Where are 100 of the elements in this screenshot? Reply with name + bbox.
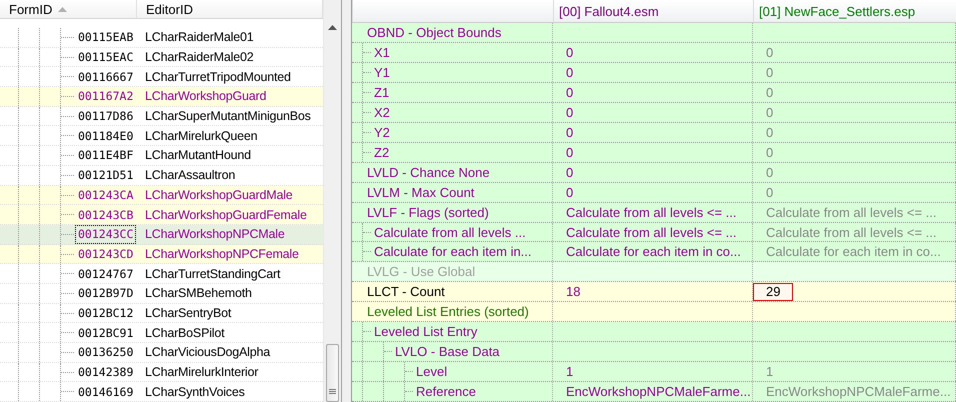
record-row[interactable]: 00146169 LCharSynthVoices [0,382,323,402]
field-label: Calculate from all levels ... [374,224,526,242]
editor-id: LCharTurretStandingCart [145,266,280,281]
record-row[interactable]: 001167A2 LCharWorkshopGuard [0,87,323,107]
editor-id: LCharMirelurkQueen [145,128,258,143]
record-row[interactable]: 001243CA LCharWorkshopGuardMale [0,186,323,206]
field-row[interactable]: LVLD - Chance None 0 0 [352,162,956,183]
form-id: 00117D86 [77,108,134,126]
column-header[interactable]: [00] Fallout4.esm [559,4,659,18]
field-label: OBND - Object Bounds [367,24,502,42]
field-row[interactable]: Reference EncWorkshopNPCMaleFarme... EncWorkshopNPCMaleFarme... [352,382,956,402]
form-id: 00115EAC [77,49,134,66]
field-row[interactable]: X1 0 0 [352,42,956,63]
record-row[interactable]: 001243CD LCharWorkshopNPCFemale [0,244,323,264]
field-label: X1 [374,44,390,62]
record-row[interactable]: 0012BC12 LCharSentryBot [0,304,323,324]
field-value: EncWorkshopNPCMaleFarme... [565,383,751,402]
form-id: 00136250 [77,344,134,362]
field-value: Calculate from all levels <= ... [565,224,737,242]
field-value: 0 [765,184,774,202]
record-row[interactable]: 0011E4BF LCharMutantHound [0,146,323,166]
editor-id: LCharViciousDogAlpha [145,345,270,360]
field-row[interactable]: Calculate for each item in... Calculate for each item in co... Calculate for each item in co... [352,242,956,262]
editor-id: LCharWorkshopGuardFemale [145,208,307,222]
record-row[interactable]: 00124767 LCharTurretStandingCart [0,264,323,284]
record-row[interactable]: 00117D86 LCharSuperMutantMinigunBos [0,106,323,126]
editor-id: LCharTurretTripodMounted [145,70,291,84]
field-label: Leveled List Entry [374,323,478,342]
form-id: 00142389 [77,364,134,382]
scroll-thumb[interactable] [326,344,339,402]
editor-id: LCharAssaultron [145,168,236,182]
field-row[interactable]: LVLO - Base Data [352,342,956,362]
column-header[interactable]: FormID [0,0,137,18]
field-row[interactable]: Z2 0 0 [352,142,956,163]
field-value: 0 [565,124,574,142]
scrollbar[interactable] [323,0,341,402]
form-id: 001243CD [77,246,134,263]
field-row[interactable]: X2 0 0 [352,102,956,123]
record-row[interactable]: 00142389 LCharMirelurkInterior [0,362,323,382]
form-id: 00146169 [77,384,134,401]
field-row[interactable]: Calculate from all levels ... Calculate from all levels <= ... Calculate from all levels <= ... [352,222,956,242]
field-value: 0 [565,84,574,102]
editor-id: LCharBoSPilot [145,326,224,340]
record-row[interactable]: 001243CB LCharWorkshopGuardFemale [0,205,323,225]
field-value: 0 [765,84,774,102]
field-value: EncWorkshopNPCMaleFarme... [765,383,951,402]
field-label: Y2 [374,124,390,142]
field-value: 0 [565,184,574,202]
record-row[interactable]: 00115EAB LCharRaiderMale01 [0,28,323,48]
form-id: 001243CC [75,224,136,244]
field-label: LVLG - Use Global [367,263,476,282]
form-id: 001184E0 [77,128,134,145]
field-value: 0 [765,104,774,122]
field-row[interactable]: Z1 0 0 [352,82,956,103]
field-value: 0 [765,64,774,82]
form-id: 001167A2 [77,88,134,106]
form-id: 0012BC12 [77,304,134,322]
field-value: Calculate for each item in co... [765,243,941,262]
record-row[interactable]: 001243CC LCharWorkshopNPCMale [0,224,323,245]
column-header[interactable]: [01] NewFace_Settlers.esp [759,4,916,18]
field-row[interactable]: Level 1 1 [352,362,956,382]
grip-icon [329,389,336,395]
form-id: 0011E4BF [77,147,134,164]
field-row[interactable]: LVLF - Flags (sorted) Calculate from all levels <= ... Calculate from all levels <= ... [352,202,956,223]
field-label: Level [416,363,448,382]
field-row[interactable]: Y1 0 0 [352,62,956,83]
field-label: Z2 [374,144,390,162]
record-row[interactable]: 0012B97D LCharSMBehemoth [0,284,323,304]
record-row[interactable]: 001184E0 LCharMirelurkQueen [0,126,323,146]
editor-id: LCharWorkshopNPCFemale [145,246,299,261]
field-row[interactable]: OBND - Object Bounds [352,23,956,43]
editor-id: LCharMutantHound [145,148,251,162]
field-value: 0 [565,64,574,82]
scroll-up-icon[interactable] [328,24,337,30]
field-row[interactable]: Leveled List Entries (sorted) [352,302,956,322]
form-id: 001243CA [77,186,134,204]
field-label: X2 [374,104,390,122]
field-value: 0 [565,104,574,122]
record-row[interactable]: 0012BC91 LCharBoSPilot [0,323,323,343]
field-value: Calculate from all levels <= ... [765,224,937,242]
field-row[interactable]: LVLM - Max Count 0 0 [352,182,956,203]
field-label: LVLO - Base Data [395,343,500,362]
field-row[interactable]: LLCT - Count 18 29 [352,282,956,302]
field-value: 0 [765,124,774,142]
field-label: LVLD - Chance None [367,164,490,182]
editor-id: LCharWorkshopGuardMale [145,188,293,202]
field-row[interactable]: Leveled List Entry [352,322,956,342]
record-row[interactable]: 00136250 LCharViciousDogAlpha [0,343,323,363]
editor-id: LCharMirelurkInterior [145,365,258,380]
field-row[interactable]: Y2 0 0 [352,122,956,143]
field-value: 1 [765,363,774,382]
field-label: Calculate for each item in... [374,243,532,262]
field-value: Calculate from all levels <= ... [765,204,937,222]
editor-id: LCharRaiderMale01 [145,30,254,44]
field-value: Calculate from all levels <= ... [565,204,737,222]
record-row[interactable]: 00115EAC LCharRaiderMale02 [0,48,323,68]
form-id: 001243CB [77,206,134,224]
field-value: 18 [565,283,580,302]
editor-id: LCharSMBehemoth [145,286,252,300]
field-value: Calculate for each item in co... [565,243,741,262]
